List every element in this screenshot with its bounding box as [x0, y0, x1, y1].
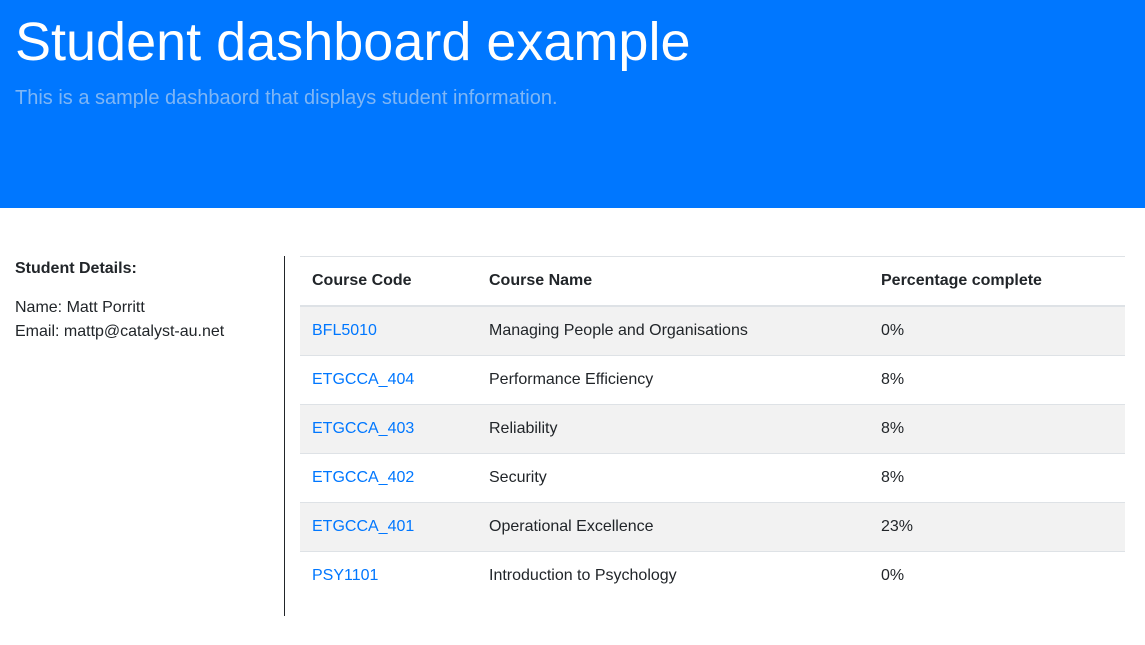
student-name: Name: Matt Porritt — [15, 299, 145, 316]
course-code-link[interactable]: BFL5010 — [312, 322, 377, 339]
course-name-cell: Reliability — [477, 404, 869, 454]
course-percent-cell: 8% — [869, 355, 1125, 405]
hero-banner: Student dashboard example This is a samp… — [0, 0, 1145, 208]
course-name-cell: Security — [477, 453, 869, 503]
course-code-link[interactable]: PSY1101 — [312, 567, 378, 584]
vertical-divider — [284, 256, 285, 616]
table-row: PSY1101 Introduction to Psychology 0% — [300, 551, 1125, 600]
student-details-panel: Student Details: Name: Matt Porritt Emai… — [15, 258, 270, 344]
course-percent-cell: 8% — [869, 453, 1125, 503]
student-email: Email: mattp@catalyst-au.net — [15, 323, 225, 340]
header-course-name: Course Name — [477, 256, 869, 307]
course-name-cell: Managing People and Organisations — [477, 305, 869, 356]
table-header-row: Course Code Course Name Percentage compl… — [300, 256, 1125, 307]
course-percent-cell: 0% — [869, 305, 1125, 356]
course-name-cell: Introduction to Psychology — [477, 551, 869, 600]
course-code-cell: BFL5010 — [300, 305, 477, 356]
course-code-link[interactable]: ETGCCA_404 — [312, 371, 414, 388]
courses-table: Course Code Course Name Percentage compl… — [300, 256, 1125, 600]
course-code-link[interactable]: ETGCCA_403 — [312, 420, 414, 437]
course-code-link[interactable]: ETGCCA_401 — [312, 518, 414, 535]
course-percent-cell: 8% — [869, 404, 1125, 454]
student-details-heading: Student Details: — [15, 260, 137, 277]
course-code-cell: ETGCCA_404 — [300, 355, 477, 405]
course-code-link[interactable]: ETGCCA_402 — [312, 469, 414, 486]
page-subtitle: This is a sample dashbaord that displays… — [15, 87, 558, 109]
table-row: BFL5010 Managing People and Organisation… — [300, 305, 1125, 356]
table-row: ETGCCA_401 Operational Excellence 23% — [300, 502, 1125, 552]
course-code-cell: ETGCCA_401 — [300, 502, 477, 552]
table-row: ETGCCA_403 Reliability 8% — [300, 404, 1125, 454]
table-row: ETGCCA_404 Performance Efficiency 8% — [300, 355, 1125, 405]
course-percent-cell: 23% — [869, 502, 1125, 552]
course-percent-cell: 0% — [869, 551, 1125, 600]
course-name-cell: Performance Efficiency — [477, 355, 869, 405]
page-title: Student dashboard example — [15, 12, 691, 72]
table-row: ETGCCA_402 Security 8% — [300, 453, 1125, 503]
header-percentage: Percentage complete — [869, 256, 1125, 307]
course-name-cell: Operational Excellence — [477, 502, 869, 552]
course-code-cell: PSY1101 — [300, 551, 477, 600]
course-code-cell: ETGCCA_403 — [300, 404, 477, 454]
header-course-code: Course Code — [300, 256, 477, 307]
course-code-cell: ETGCCA_402 — [300, 453, 477, 503]
